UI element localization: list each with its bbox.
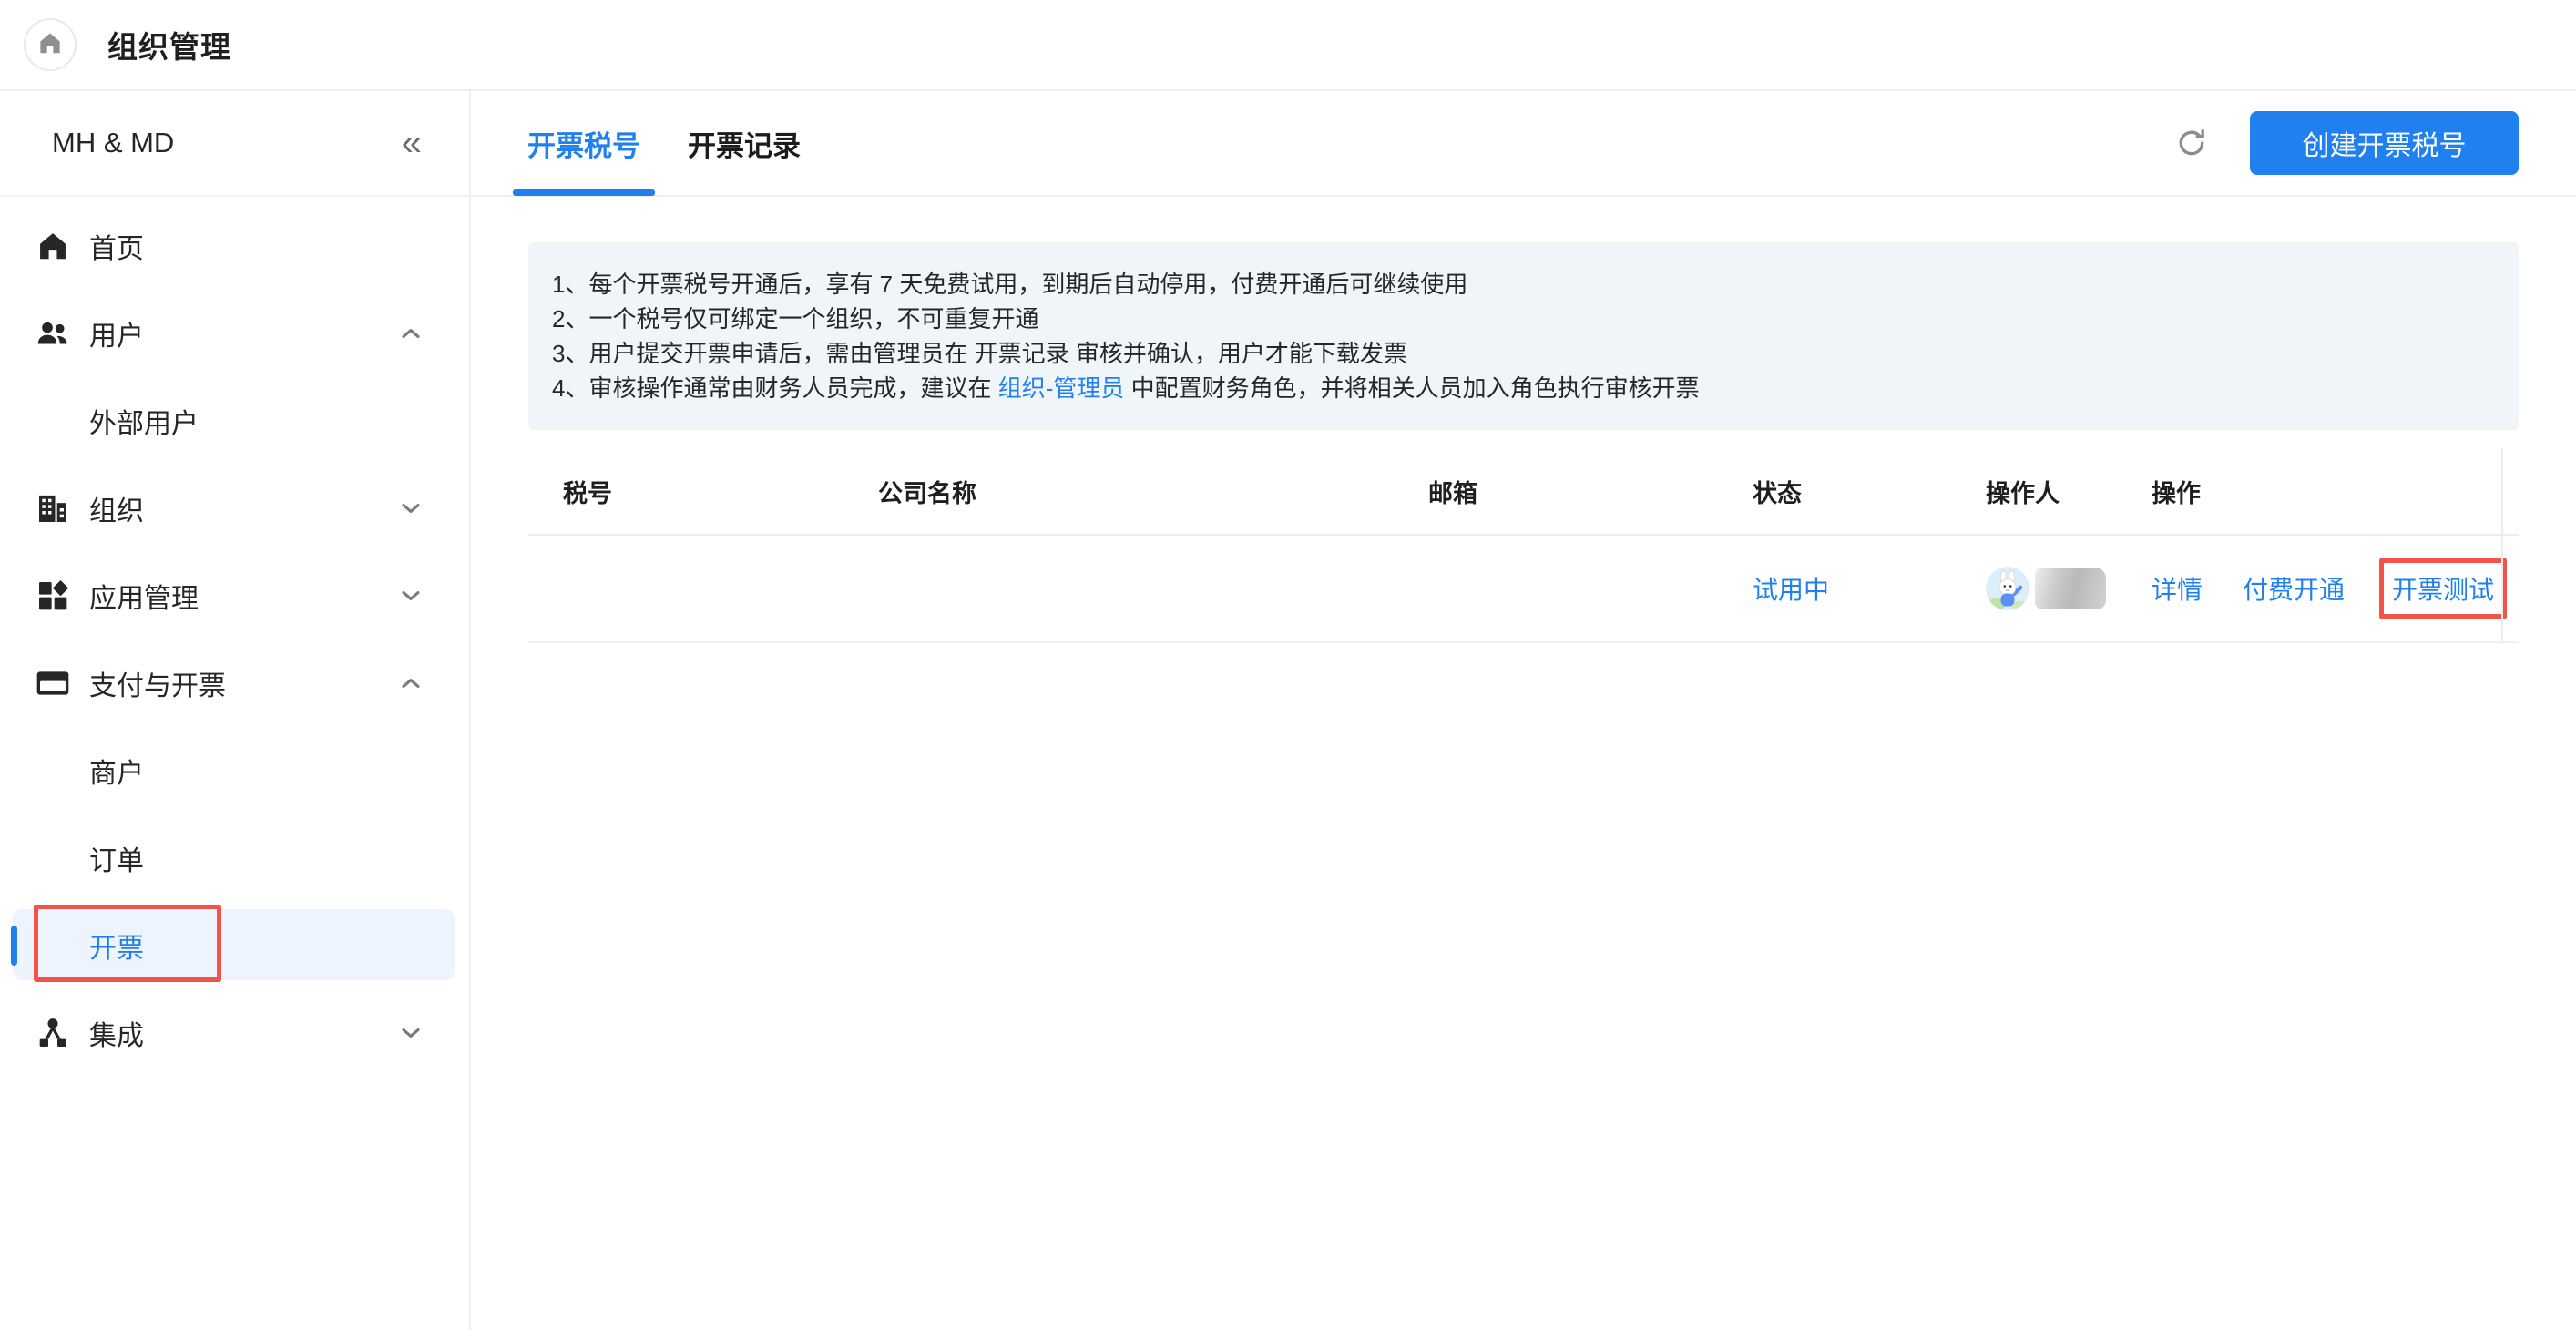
rabbit-avatar [1986,567,2029,610]
status-badge: 试用中 [1753,570,1986,607]
tax-number-table: 税号 公司名称 邮箱 状态 操作人 操作 试用中 [528,448,2519,643]
sidebar-item-label: 应用管理 [89,576,199,616]
sidebar-item-users[interactable]: 用户 [0,290,469,377]
chevron-down-icon[interactable] [396,494,425,523]
notice-line: 4、审核操作通常由财务人员完成，建议在 组织-管理员 中配置财务角色，并将相关人… [552,371,2495,405]
tab-bar-actions: 创建开票税号 [2173,111,2576,175]
sidebar-item-integration[interactable]: 集成 [0,989,469,1077]
notice-line-text: 4、审核操作通常由财务人员完成，建议在 [552,374,998,402]
table-row: 试用中 详情 付费开通 开票测试 [528,536,2519,643]
column-header-company: 公司名称 [878,474,1428,509]
column-header-actions: 操作 [2152,474,2519,509]
create-tax-number-button[interactable]: 创建开票税号 [2250,111,2519,175]
notice-line: 2、一个税号仅可绑定一个组织，不可重复开通 [552,302,2495,336]
table-header: 税号 公司名称 邮箱 状态 操作人 操作 [528,448,2519,536]
sidebar-item-label: 集成 [89,1013,144,1053]
active-item-highlight [13,909,455,980]
invoice-test-link[interactable]: 开票测试 [2392,576,2494,604]
collapse-sidebar-icon[interactable]: « [402,125,422,161]
sidebar-item-label: 外部用户 [89,401,199,441]
sidebar-item-label: 开票 [89,926,144,966]
sidebar-item-app-management[interactable]: 应用管理 [0,552,469,639]
annotation-box-action: 开票测试 [2379,558,2507,619]
tab-invoice-tax-number[interactable]: 开票税号 [513,91,655,195]
integration-icon [35,1015,71,1051]
sidebar-item-home[interactable]: 首页 [0,202,469,290]
sidebar-item-orders[interactable]: 订单 [0,814,469,902]
tab-label: 开票税号 [527,123,640,164]
cell-operators [1986,567,2152,610]
sidebar-item-label: 支付与开票 [89,663,226,703]
column-header-status: 状态 [1753,474,1986,509]
notice-line: 3、用户提交开票申请后，需由管理员在 开票记录 审核并确认，用户才能下载发票 [552,336,2495,371]
page-title: 组织管理 [107,23,231,66]
home-icon [35,228,71,264]
blurred-avatar [2035,568,2106,609]
tab-invoice-records[interactable]: 开票记录 [673,91,815,195]
sidebar-item-label: 订单 [89,838,144,878]
credit-card-icon [35,665,71,701]
paid-activate-link[interactable]: 付费开通 [2243,570,2345,607]
sidebar-item-payment-invoicing[interactable]: 支付与开票 [0,639,469,727]
chevron-up-icon[interactable] [396,319,425,348]
notice-line-text: 中配置财务角色，并将相关人员加入角色执行审核开票 [1124,374,1699,402]
home-icon [36,29,64,61]
notice-line: 1、每个开票税号开通后，享有 7 天免费试用，到期后自动停用，付费开通后可继续使… [552,267,2495,302]
chevron-down-icon[interactable] [396,581,425,610]
tab-label: 开票记录 [688,123,801,164]
top-bar: 组织管理 [0,0,2576,91]
content-area: 1、每个开票税号开通后，享有 7 天免费试用，到期后自动停用，付费开通后可继续使… [471,242,2576,643]
sidebar-item-label: 商户 [89,751,144,791]
sidebar-item-label: 组织 [89,488,144,528]
users-icon [35,315,71,352]
sidebar-item-label: 首页 [89,226,144,266]
active-tab-underline [513,189,655,196]
building-icon [35,490,71,527]
sidebar-item-invoicing[interactable]: 开票 [0,902,469,989]
column-header-tax-no: 税号 [563,474,878,509]
sidebar-menu: 首页 用户 外部用户 组织 [0,197,469,1077]
sidebar-item-label: 用户 [89,313,144,353]
sidebar-item-external-users[interactable]: 外部用户 [0,377,469,465]
sidebar-item-merchant[interactable]: 商户 [0,727,469,814]
chevron-down-icon[interactable] [396,1018,425,1048]
refresh-icon[interactable] [2173,125,2210,161]
tab-bar: 开票税号 开票记录 创建开票税号 [471,91,2576,197]
apps-icon [35,578,71,614]
org-admin-link[interactable]: 组织-管理员 [998,374,1125,402]
detail-link[interactable]: 详情 [2152,570,2203,607]
main-panel: 开票税号 开票记录 创建开票税号 1、每个开票税号开通后，享有 7 天免费试用，… [471,91,2576,1330]
sidebar-header: MH & MD « [0,91,469,197]
sidebar: MH & MD « 首页 用户 外部用户 [0,91,471,1330]
column-header-email: 邮箱 [1428,474,1753,509]
home-button[interactable] [24,18,77,71]
active-item-indicator [11,926,17,966]
column-header-operator: 操作人 [1986,474,2152,509]
notice-box: 1、每个开票税号开通后，享有 7 天免费试用，到期后自动停用，付费开通后可继续使… [528,242,2519,430]
sidebar-item-organization[interactable]: 组织 [0,465,469,552]
org-name: MH & MD [52,127,174,159]
chevron-up-icon[interactable] [396,669,425,698]
cell-actions: 详情 付费开通 开票测试 [2152,558,2519,619]
